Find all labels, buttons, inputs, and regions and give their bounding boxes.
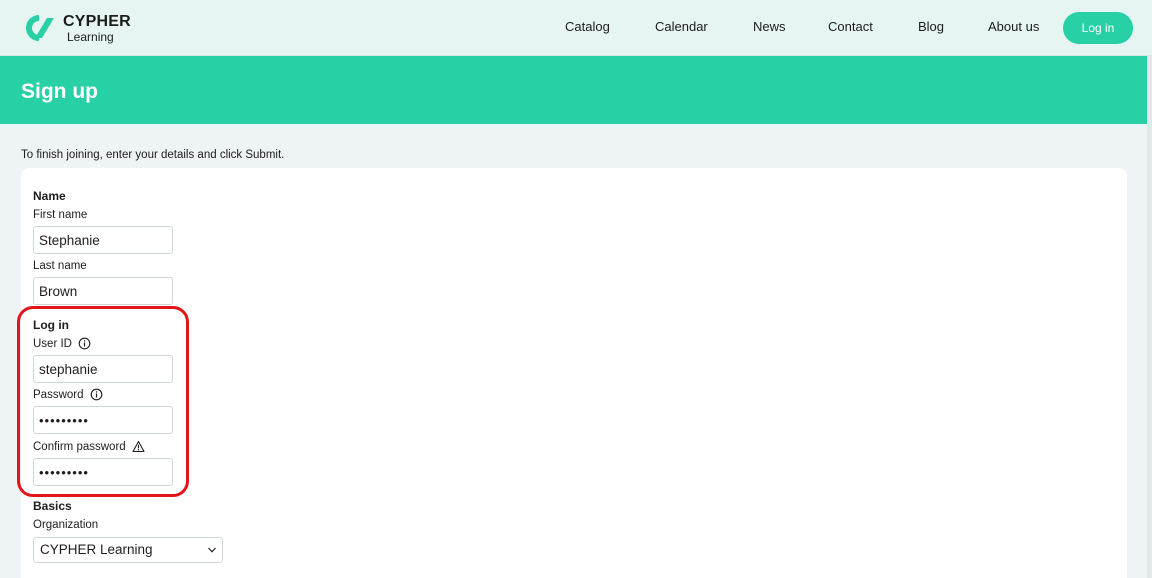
login-section-title: Log in — [33, 318, 69, 332]
top-navigation-bar: CYPHER Learning Catalog Calendar News Co… — [0, 0, 1152, 56]
name-section-title: Name — [33, 189, 66, 203]
confirm-password-field[interactable] — [33, 458, 173, 486]
chevron-down-icon — [208, 547, 216, 553]
first-name-field[interactable] — [33, 226, 173, 254]
warning-icon[interactable] — [132, 440, 145, 453]
user-id-label-row: User ID — [33, 337, 91, 350]
last-name-label: Last name — [33, 260, 87, 272]
user-id-label: User ID — [33, 337, 72, 350]
signup-form-card — [21, 168, 1127, 578]
nav-link-contact[interactable]: Contact — [828, 19, 873, 34]
intro-text: To finish joining, enter your details an… — [21, 149, 285, 161]
first-name-label: First name — [33, 209, 88, 221]
password-label: Password — [33, 388, 84, 401]
info-icon[interactable] — [90, 388, 103, 401]
nav-link-blog[interactable]: Blog — [918, 19, 944, 34]
confirm-password-label: Confirm password — [33, 440, 126, 453]
info-icon[interactable] — [78, 337, 91, 350]
organization-select[interactable]: CYPHER Learning — [33, 537, 223, 563]
page-title: Sign up — [21, 80, 98, 103]
basics-section-title: Basics — [33, 499, 72, 513]
nav-link-catalog[interactable]: Catalog — [565, 19, 610, 34]
page-scrollbar[interactable] — [1147, 56, 1152, 578]
organization-selected-value: CYPHER Learning — [40, 542, 153, 557]
nav-link-about-us[interactable]: About us — [988, 19, 1039, 34]
password-label-row: Password — [33, 388, 103, 401]
nav-link-news[interactable]: News — [753, 19, 786, 34]
login-button[interactable]: Log in — [1063, 12, 1133, 44]
confirm-password-label-row: Confirm password — [33, 440, 145, 453]
nav-link-calendar[interactable]: Calendar — [655, 19, 708, 34]
signup-page: CYPHER Learning Catalog Calendar News Co… — [0, 0, 1152, 578]
last-name-field[interactable] — [33, 277, 173, 305]
page-header-banner: Sign up — [0, 56, 1152, 124]
user-id-field[interactable] — [33, 355, 173, 383]
main-navigation: Catalog Calendar News Contact Blog About… — [0, 0, 1152, 56]
organization-label: Organization — [33, 519, 99, 531]
password-field[interactable] — [33, 406, 173, 434]
